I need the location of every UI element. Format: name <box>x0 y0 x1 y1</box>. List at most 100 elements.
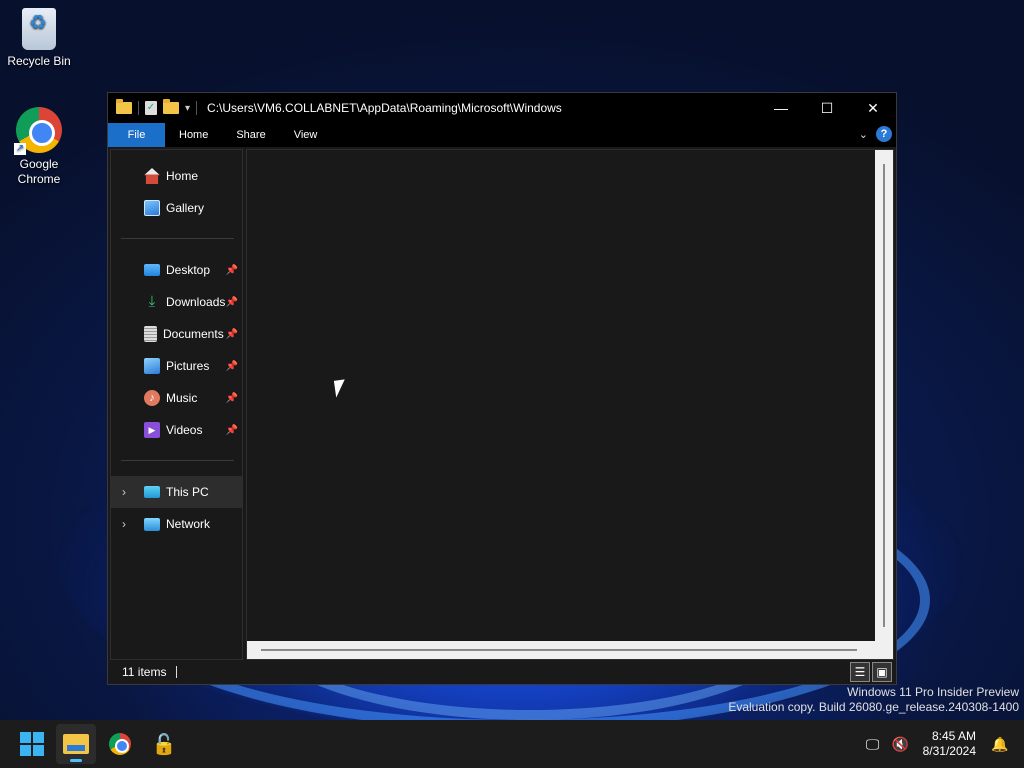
title-bar[interactable]: ✓ ▾ C:\Users\VM6.COLLABNET\AppData\Roami… <box>108 93 896 123</box>
navigation-pane[interactable]: Home Gallery Desktop 📌 ⤓ Downloads 📌 Doc… <box>110 149 243 660</box>
nav-separator <box>121 460 234 461</box>
nav-item-label: Downloads <box>166 295 226 309</box>
window-controls: — ☐ ✕ <box>758 93 896 123</box>
desktop-icon-google-chrome[interactable]: ↗ Google Chrome <box>1 107 77 187</box>
tab-file[interactable]: File <box>108 123 165 147</box>
tab-home[interactable]: Home <box>165 123 222 147</box>
notification-bell-icon[interactable]: 🔔 <box>988 736 1012 753</box>
pin-icon: 📌 <box>225 264 238 276</box>
network-status-icon[interactable]: 🖵 <box>861 736 885 753</box>
pin-icon: 📌 <box>225 360 238 372</box>
nav-item-desktop[interactable]: Desktop 📌 <box>111 254 242 286</box>
nav-item-label: Network <box>166 517 211 531</box>
music-icon: ♪ <box>144 390 160 406</box>
file-explorer-icon <box>63 734 89 754</box>
videos-icon: ▶ <box>144 422 160 438</box>
details-view-button[interactable]: ☰ <box>850 662 870 682</box>
close-button[interactable]: ✕ <box>850 93 896 123</box>
pin-icon: 📌 <box>225 392 238 404</box>
ribbon-tabs: File Home Share View ⌄ ? <box>108 123 896 147</box>
nav-item-music[interactable]: ♪ Music 📌 <box>111 382 242 414</box>
nav-item-documents[interactable]: Documents 📌 <box>111 318 242 350</box>
horizontal-scrollbar[interactable] <box>247 641 875 659</box>
mouse-pointer-icon <box>333 379 348 398</box>
nav-separator <box>121 238 234 239</box>
windows-watermark: Windows 11 Pro Insider Preview Evaluatio… <box>728 685 1019 715</box>
status-separator <box>176 666 178 678</box>
new-folder-icon[interactable] <box>163 99 179 114</box>
maximize-button[interactable]: ☐ <box>804 93 850 123</box>
expand-ribbon-chevron-icon[interactable]: ⌄ <box>859 128 868 141</box>
gallery-icon <box>144 200 160 216</box>
system-tray: 🖵 🔇 8:45 AM 8/31/2024 🔔 <box>859 720 1024 768</box>
toolbar-separator <box>196 101 198 115</box>
start-button[interactable] <box>12 724 52 764</box>
file-list-pane[interactable] <box>246 149 894 660</box>
help-icon[interactable]: ? <box>876 126 892 142</box>
properties-icon[interactable]: ✓ <box>145 101 157 115</box>
nav-item-network[interactable]: › Network <box>111 508 242 540</box>
expand-chevron-icon[interactable]: › <box>122 517 126 531</box>
watermark-edition: Windows 11 Pro Insider Preview <box>847 685 1019 699</box>
window-title-path: C:\Users\VM6.COLLABNET\AppData\Roaming\M… <box>207 101 562 115</box>
unlocked-padlock-icon: 🔓 <box>151 733 177 756</box>
ribbon-right-controls: ⌄ ? <box>859 126 892 142</box>
pin-icon: 📌 <box>225 424 238 436</box>
network-icon <box>144 517 160 531</box>
nav-item-pictures[interactable]: Pictures 📌 <box>111 350 242 382</box>
scrollbar-corner <box>875 641 893 659</box>
nav-item-label: Gallery <box>166 201 205 215</box>
taskbar-chrome[interactable] <box>100 724 140 764</box>
view-toggle: ☰ ▣ <box>850 662 892 682</box>
watermark-build: Evaluation copy. Build 26080.ge_release.… <box>728 700 1019 714</box>
tab-share[interactable]: Share <box>222 123 279 147</box>
file-explorer-window: ✓ ▾ C:\Users\VM6.COLLABNET\AppData\Roami… <box>107 92 897 685</box>
taskbar-file-explorer[interactable] <box>56 724 96 764</box>
clock-date: 8/31/2024 <box>922 744 976 758</box>
this-pc-icon <box>144 486 160 498</box>
nav-item-label: Music <box>166 391 198 405</box>
expand-chevron-icon[interactable]: › <box>122 485 126 499</box>
pictures-icon <box>144 358 160 374</box>
nav-item-label: Documents <box>163 327 224 341</box>
pin-icon: 📌 <box>225 296 238 308</box>
nav-item-label: Videos <box>166 423 203 437</box>
volume-muted-icon[interactable]: 🔇 <box>889 736 913 753</box>
quick-access-toolbar: ✓ ▾ <box>108 99 198 115</box>
item-count: 11 items <box>122 665 167 679</box>
desktop-icon <box>144 264 160 276</box>
nav-item-label: Desktop <box>166 263 211 277</box>
tab-view[interactable]: View <box>280 123 332 147</box>
chrome-icon: ↗ <box>14 107 62 155</box>
chrome-icon <box>109 733 131 755</box>
desktop-icon-label: Google Chrome <box>17 157 61 186</box>
customize-toolbar-chevron-icon[interactable]: ▾ <box>185 103 190 114</box>
vertical-scrollbar[interactable] <box>875 150 893 641</box>
nav-item-label: Pictures <box>166 359 210 373</box>
explorer-body: Home Gallery Desktop 📌 ⤓ Downloads 📌 Doc… <box>108 148 896 660</box>
nav-item-label: This PC <box>166 485 209 499</box>
nav-item-downloads[interactable]: ⤓ Downloads 📌 <box>111 286 242 318</box>
documents-icon <box>144 326 157 342</box>
recycle-bin-icon <box>22 8 56 50</box>
toolbar-separator <box>138 101 139 115</box>
large-icons-view-button[interactable]: ▣ <box>872 662 892 682</box>
folder-icon <box>116 99 132 114</box>
minimize-button[interactable]: — <box>758 93 804 123</box>
desktop-icon-recycle-bin[interactable]: Recycle Bin <box>1 8 77 69</box>
desktop-icon-label: Recycle Bin <box>7 54 71 68</box>
taskbar-security-app[interactable]: 🔓 <box>144 724 184 764</box>
nav-item-gallery[interactable]: Gallery <box>111 192 242 224</box>
nav-item-videos[interactable]: ▶ Videos 📌 <box>111 414 242 446</box>
pin-icon: 📌 <box>225 328 238 340</box>
taskbar: 🔓 🖵 🔇 8:45 AM 8/31/2024 🔔 <box>0 720 1024 768</box>
taskbar-clock[interactable]: 8:45 AM 8/31/2024 <box>923 729 976 759</box>
downloads-icon: ⤓ <box>148 293 156 310</box>
home-icon <box>144 168 160 184</box>
nav-item-home[interactable]: Home <box>111 160 242 192</box>
clock-time: 8:45 AM <box>931 729 976 743</box>
windows-logo-icon <box>20 732 44 756</box>
nav-item-this-pc[interactable]: › This PC <box>111 476 242 508</box>
status-bar: 11 items ☰ ▣ <box>108 660 896 684</box>
shortcut-arrow-icon: ↗ <box>14 143 26 155</box>
